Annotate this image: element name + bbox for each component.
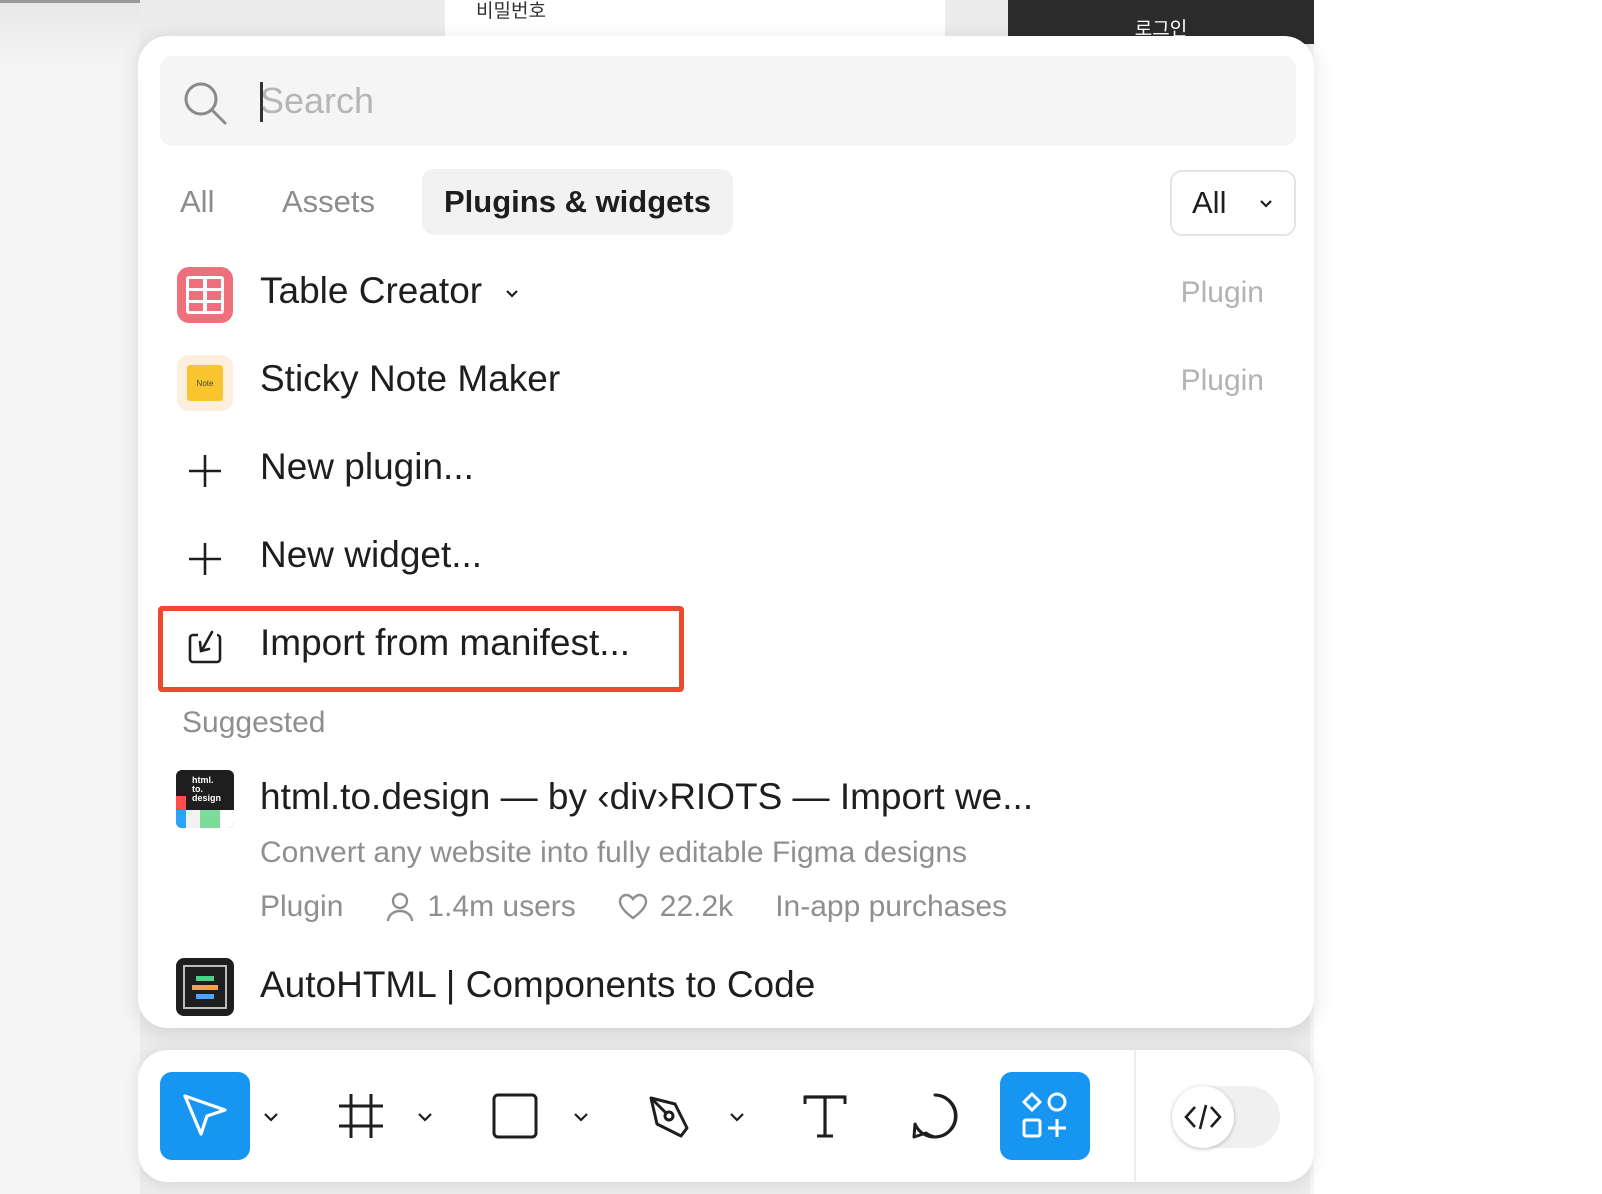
filter-dropdown[interactable]: All: [1170, 170, 1296, 236]
text-icon: [803, 1095, 847, 1138]
comment-tool-button[interactable]: [890, 1072, 980, 1160]
users-count: 1.4m users: [385, 890, 576, 924]
users-count-label: 1.4m users: [427, 890, 576, 923]
likes-count: 22.2k: [618, 890, 733, 924]
chevron-down-icon: [1260, 200, 1272, 208]
password-label: 비밀번호: [476, 1, 546, 22]
item-label: New widget...: [260, 534, 483, 575]
suggested-item-title: html.to.design — by ‹div›RIOTS — Import …: [260, 776, 1034, 817]
plugins-icon: [1021, 1091, 1067, 1138]
chevron-down-icon[interactable]: [414, 1106, 436, 1128]
text-caret: [260, 82, 263, 122]
html-to-design-icon-text: design: [192, 793, 221, 803]
actions-tool-button[interactable]: [1000, 1072, 1090, 1160]
suggested-item-title: AutoHTML | Components to Code: [260, 964, 816, 1005]
sticky-note-icon-text: Note: [197, 379, 214, 388]
list-item-sticky-note-maker[interactable]: Note Sticky Note Maker Plugin: [138, 338, 1314, 426]
heart-icon: [618, 893, 647, 920]
search-icon: [184, 82, 227, 125]
suggested-item-description: Convert any website into fully editable …: [260, 836, 968, 869]
sticky-note-icon: Note: [177, 355, 233, 411]
item-label: Sticky Note Maker: [260, 358, 561, 399]
item-label: New plugin...: [260, 446, 474, 487]
plus-icon: [189, 455, 221, 487]
search-input[interactable]: [260, 56, 1260, 146]
toolbar-divider: [1134, 1050, 1136, 1182]
plus-icon: [189, 543, 221, 575]
suggested-heading: Suggested: [182, 706, 326, 739]
chevron-down-icon[interactable]: [260, 1106, 282, 1128]
likes-count-label: 22.2k: [659, 890, 734, 923]
html-to-design-icon: html. to. design: [176, 770, 234, 828]
pen-tool-button[interactable]: [626, 1072, 716, 1160]
table-icon: [177, 267, 233, 323]
cursor-icon: [183, 1094, 227, 1136]
move-tool-button[interactable]: [160, 1072, 250, 1160]
tab-assets[interactable]: Assets: [260, 169, 397, 235]
filter-value: All: [1192, 185, 1227, 220]
in-app-purchases-label: In-app purchases: [775, 890, 1007, 923]
item-kind: Plugin: [1180, 276, 1264, 309]
code-icon: [1184, 1104, 1222, 1130]
rectangle-icon: [492, 1093, 538, 1139]
suggested-item-meta: Plugin 1.4m users 22.2k In-app purchases: [260, 890, 1049, 924]
canvas-right: [1314, 0, 1602, 1194]
frame-icon: [339, 1094, 383, 1138]
bottom-toolbar: [138, 1050, 1314, 1182]
item-kind: Plugin: [1180, 364, 1264, 397]
dev-mode-knob[interactable]: [1172, 1086, 1234, 1148]
highlight-annotation: [158, 606, 684, 692]
list-item-table-creator[interactable]: Table Creator Plugin: [138, 250, 1314, 338]
pen-icon: [649, 1096, 689, 1138]
canvas-corner: [0, 0, 140, 70]
figma-screen: 비밀번호 로그인 All Assets Plugins & widgets Al…: [0, 0, 1602, 1194]
item-label: Table Creator: [260, 270, 483, 311]
chevron-down-icon[interactable]: [570, 1106, 592, 1128]
tab-plugins-widgets[interactable]: Plugins & widgets: [422, 169, 733, 235]
comment-icon: [912, 1093, 958, 1139]
resources-panel: All Assets Plugins & widgets All Table C: [138, 36, 1314, 1028]
autohtml-icon: [176, 958, 234, 1016]
frame-tool-button[interactable]: [316, 1072, 406, 1160]
list-item-new-widget[interactable]: New widget...: [138, 514, 1314, 602]
chevron-down-icon[interactable]: [726, 1106, 748, 1128]
tab-all[interactable]: All: [158, 169, 236, 235]
text-tool-button[interactable]: [780, 1072, 870, 1160]
shape-tool-button[interactable]: [470, 1072, 560, 1160]
chevron-down-icon[interactable]: [502, 283, 522, 303]
user-icon: [387, 892, 414, 922]
list-item-new-plugin[interactable]: New plugin...: [138, 426, 1314, 514]
suggested-item-kind: Plugin: [260, 890, 344, 923]
